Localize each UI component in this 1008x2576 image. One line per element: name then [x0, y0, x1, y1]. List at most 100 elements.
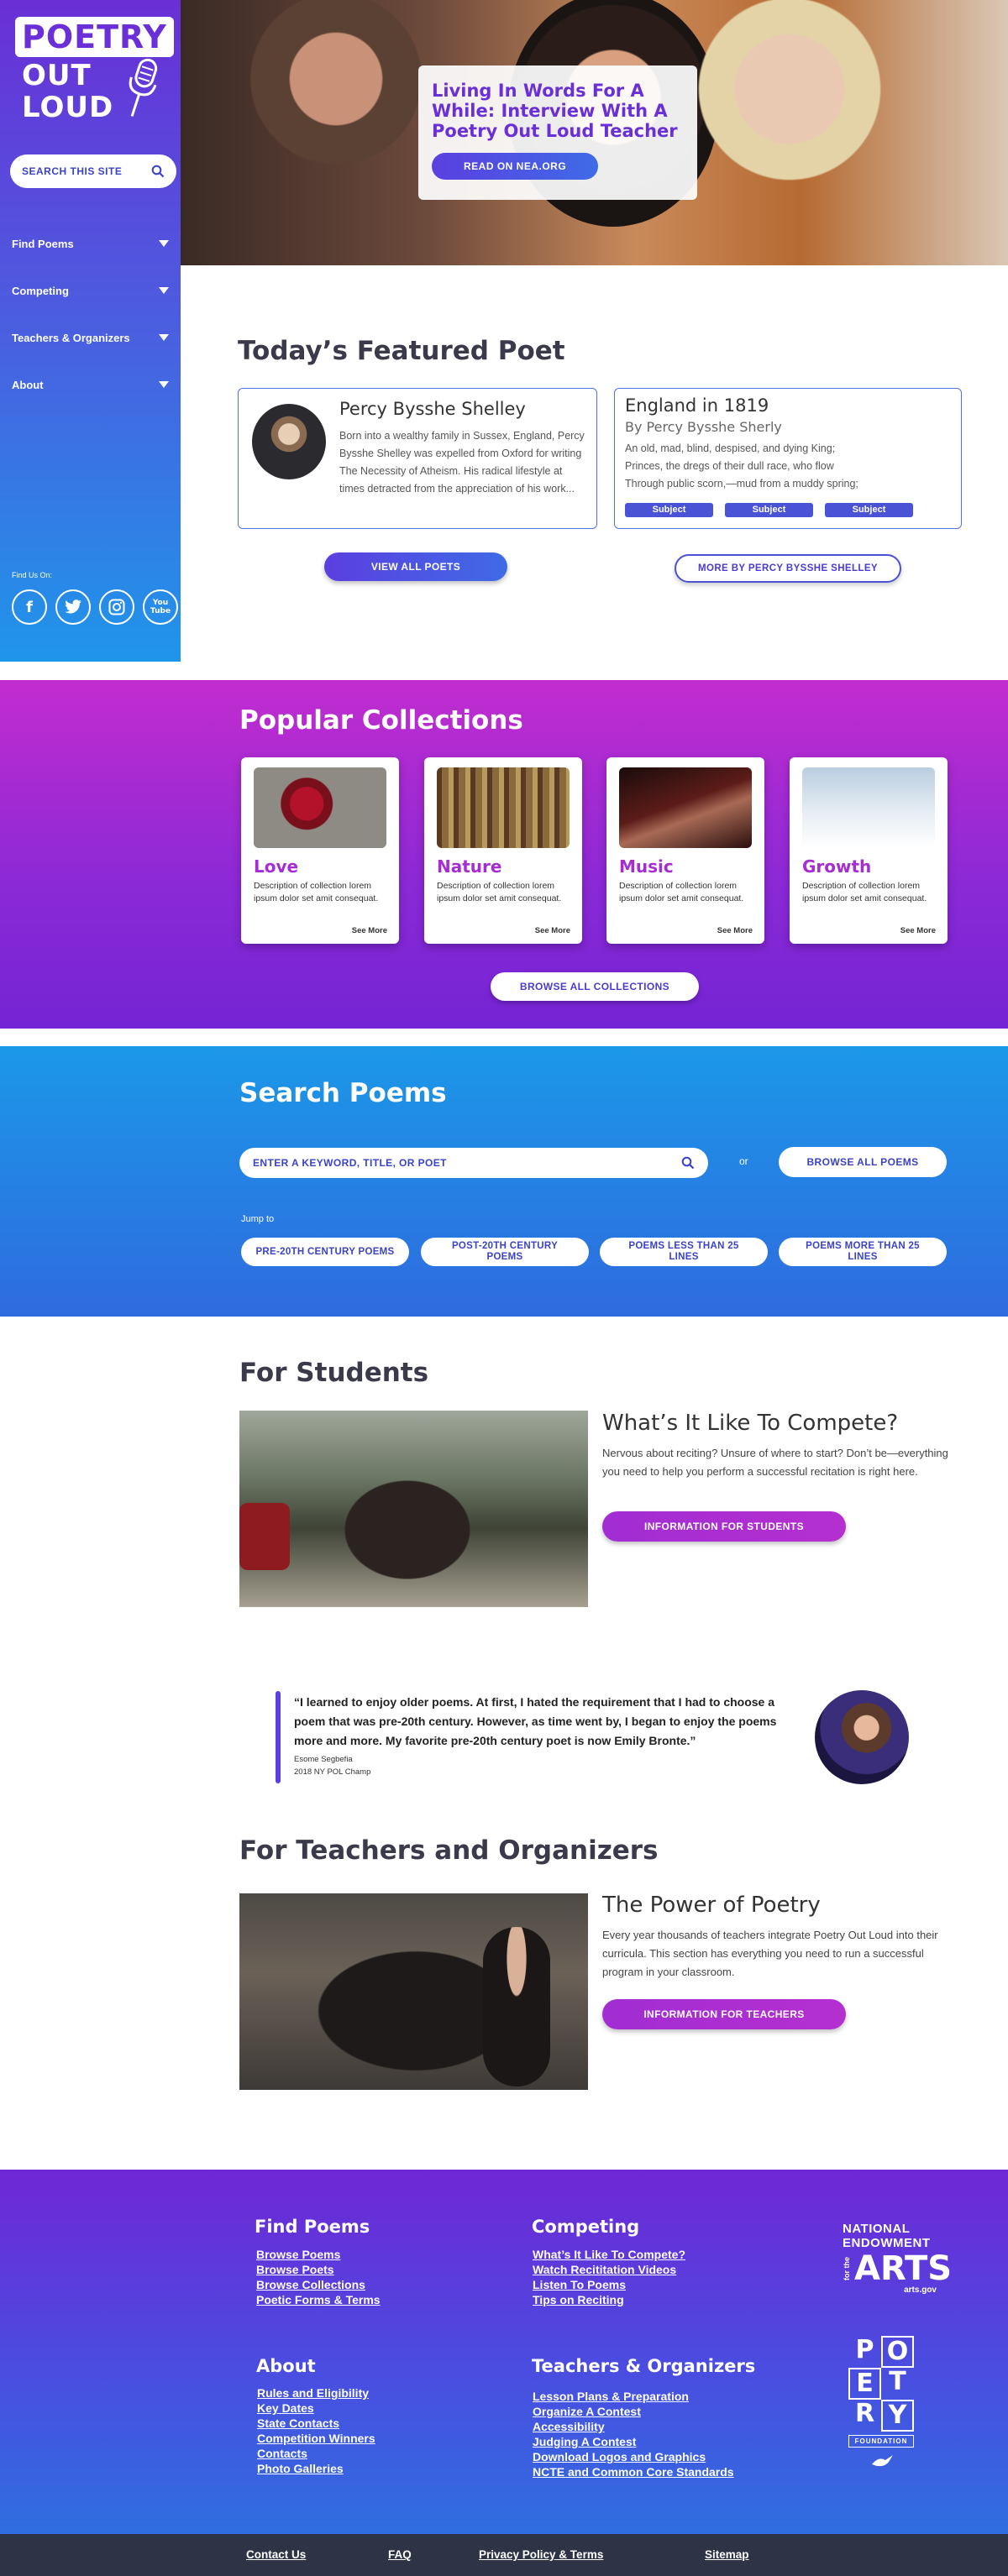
footer-link[interactable]: Photo Galleries [257, 2461, 375, 2476]
collection-name: Growth [802, 856, 872, 877]
poetry-out-loud-logo[interactable]: POETRY OUT LOUD [15, 17, 174, 126]
browse-all-collections-button[interactable]: BROWSE ALL COLLECTIONS [491, 972, 699, 1001]
logo-line-out: OUT [22, 59, 92, 92]
footer-link[interactable]: Browse Collections [256, 2277, 381, 2292]
collection-image [802, 767, 935, 848]
jump-to-label: Jump to [241, 1214, 275, 1224]
subject-tag[interactable]: Subject [825, 503, 913, 517]
jump-post-20th-century[interactable]: POST-20TH CENTURY POEMS [421, 1238, 589, 1266]
footer-link[interactable]: State Contacts [257, 2416, 375, 2431]
footer-link[interactable]: Judging A Contest [533, 2434, 734, 2449]
subject-tag[interactable]: Subject [625, 503, 713, 517]
information-for-students-button[interactable]: INFORMATION FOR STUDENTS [602, 1511, 846, 1542]
footer-competing-links: What’s It Like To Compete? Watch Recitit… [533, 2247, 685, 2307]
site-search-input[interactable]: SEARCH THIS SITE [10, 154, 176, 188]
see-more-link[interactable]: See More [535, 926, 570, 935]
site-search-placeholder: SEARCH THIS SITE [22, 165, 123, 177]
faq-link[interactable]: FAQ [388, 2548, 412, 2561]
poem-excerpt: An old, mad, blind, despised, and dying … [625, 440, 951, 493]
sidebar-item-competing[interactable]: Competing [0, 267, 181, 314]
hero-photo-person [239, 0, 433, 210]
contact-us-link[interactable]: Contact Us [246, 2548, 306, 2561]
footer-link[interactable]: Watch Recititation Videos [533, 2262, 685, 2277]
hero-article-card: Living In Words For A While: Interview W… [418, 65, 697, 200]
collection-description: Description of collection lorem ipsum do… [254, 881, 379, 903]
footer-link[interactable]: Tips on Reciting [533, 2292, 685, 2307]
site-footer: Find Poems Browse Poems Browse Poets Bro… [0, 2170, 1008, 2534]
collection-card-music[interactable]: Music Description of collection lorem ip… [606, 757, 764, 944]
collection-description: Description of collection lorem ipsum do… [619, 881, 744, 903]
footer-link[interactable]: Download Logos and Graphics [533, 2449, 734, 2464]
instagram-icon[interactable] [99, 589, 134, 625]
footer-link[interactable]: Organize A Contest [533, 2404, 734, 2419]
footer-link[interactable]: Contacts [257, 2446, 375, 2461]
footer-find-poems-heading: Find Poems [255, 2217, 370, 2237]
poet-name: Percy Bysshe Shelley [339, 399, 526, 419]
collection-card-nature[interactable]: Nature Description of collection lorem i… [424, 757, 582, 944]
footer-link[interactable]: Accessibility [533, 2419, 734, 2434]
footer-link[interactable]: NCTE and Common Core Standards [533, 2464, 734, 2479]
facebook-icon[interactable]: f [12, 589, 47, 625]
pf-letter: Y [881, 2400, 914, 2432]
jump-pre-20th-century[interactable]: PRE-20TH CENTURY POEMS [241, 1238, 409, 1266]
students-subtitle: What’s It Like To Compete? [602, 1411, 899, 1436]
footer-link[interactable]: Lesson Plans & Preparation [533, 2389, 734, 2404]
collection-description: Description of collection lorem ipsum do… [802, 881, 927, 903]
youtube-icon[interactable]: You Tube [143, 589, 178, 625]
collection-name: Nature [437, 856, 502, 877]
sidebar-item-label: Find Poems [12, 237, 74, 250]
collection-image [619, 767, 752, 848]
caret-down-icon [159, 334, 169, 341]
jump-less-than-25-lines[interactable]: POEMS LESS THAN 25 LINES [600, 1238, 768, 1266]
subject-tag[interactable]: Subject [725, 503, 813, 517]
footer-link[interactable]: Browse Poets [256, 2262, 381, 2277]
footer-link[interactable]: Listen To Poems [533, 2277, 685, 2292]
sidebar-item-teachers-organizers[interactable]: Teachers & Organizers [0, 314, 181, 361]
see-more-link[interactable]: See More [900, 926, 936, 935]
footer-teachers-heading: Teachers & Organizers [532, 2356, 756, 2376]
nea-arts-word: ARTS [854, 2249, 953, 2288]
twitter-icon[interactable] [55, 589, 91, 625]
footer-link[interactable]: Competition Winners [257, 2431, 375, 2446]
sidebar-item-find-poems[interactable]: Find Poems [0, 220, 181, 267]
search-poems-section: Search Poems ENTER A KEYWORD, TITLE, OR … [0, 1046, 1008, 1317]
caret-down-icon [159, 240, 169, 247]
logo-line-poetry: POETRY [15, 17, 174, 57]
footer-link[interactable]: Browse Poems [256, 2247, 381, 2262]
footer-competing-heading: Competing [532, 2217, 640, 2237]
poetry-foundation-logo[interactable]: P O E T R Y FOUNDATION [848, 2336, 917, 2469]
footer-link[interactable]: What’s It Like To Compete? [533, 2247, 685, 2262]
more-by-poet-button[interactable]: MORE BY PERCY BYSSHE SHELLEY [675, 554, 901, 583]
popular-collections-heading: Popular Collections [239, 705, 523, 736]
information-for-teachers-button[interactable]: INFORMATION FOR TEACHERS [602, 1999, 846, 2029]
collection-card-growth[interactable]: Growth Description of collection lorem i… [790, 757, 948, 944]
bottom-link-bar: Contact Us FAQ Privacy Policy & Terms Si… [0, 2534, 1008, 2576]
see-more-link[interactable]: See More [717, 926, 753, 935]
privacy-policy-link[interactable]: Privacy Policy & Terms [479, 2548, 603, 2561]
jump-more-than-25-lines[interactable]: POEMS MORE THAN 25 LINES [779, 1238, 947, 1266]
footer-link[interactable]: Poetic Forms & Terms [256, 2292, 381, 2307]
view-all-poets-button[interactable]: VIEW ALL POETS [324, 552, 507, 581]
collection-name: Music [619, 856, 674, 877]
sidebar-item-about[interactable]: About [0, 361, 181, 408]
for-teachers-heading: For Teachers and Organizers [239, 1835, 659, 1866]
browse-all-poems-button[interactable]: BROWSE ALL POEMS [779, 1147, 947, 1177]
footer-link[interactable]: Rules and Eligibility [257, 2385, 375, 2401]
collection-image [437, 767, 570, 848]
featured-poet-card[interactable]: Percy Bysshe Shelley Born into a wealthy… [238, 388, 597, 529]
poem-search-input[interactable]: ENTER A KEYWORD, TITLE, OR POET [239, 1148, 708, 1178]
collection-image [254, 767, 386, 848]
featured-poem-card[interactable]: England in 1819 By Percy Bysshe Sherly A… [614, 388, 962, 529]
nea-logo[interactable]: NATIONAL ENDOWMENT for the ARTS arts.gov [843, 2222, 952, 2295]
sitemap-link[interactable]: Sitemap [705, 2548, 749, 2561]
read-on-nea-button[interactable]: READ ON NEA.ORG [432, 153, 599, 180]
see-more-link[interactable]: See More [352, 926, 387, 935]
or-label: or [739, 1155, 748, 1167]
students-body: Nervous about reciting? Unsure of where … [602, 1447, 948, 1478]
collection-card-love[interactable]: Love Description of collection lorem ips… [241, 757, 399, 944]
search-icon[interactable] [681, 1156, 695, 1170]
hero-banner: Living In Words For A While: Interview W… [181, 0, 1008, 265]
footer-link[interactable]: Key Dates [257, 2401, 375, 2416]
search-icon[interactable] [151, 165, 165, 178]
featured-poet-heading: Today’s Featured Poet [238, 336, 565, 366]
